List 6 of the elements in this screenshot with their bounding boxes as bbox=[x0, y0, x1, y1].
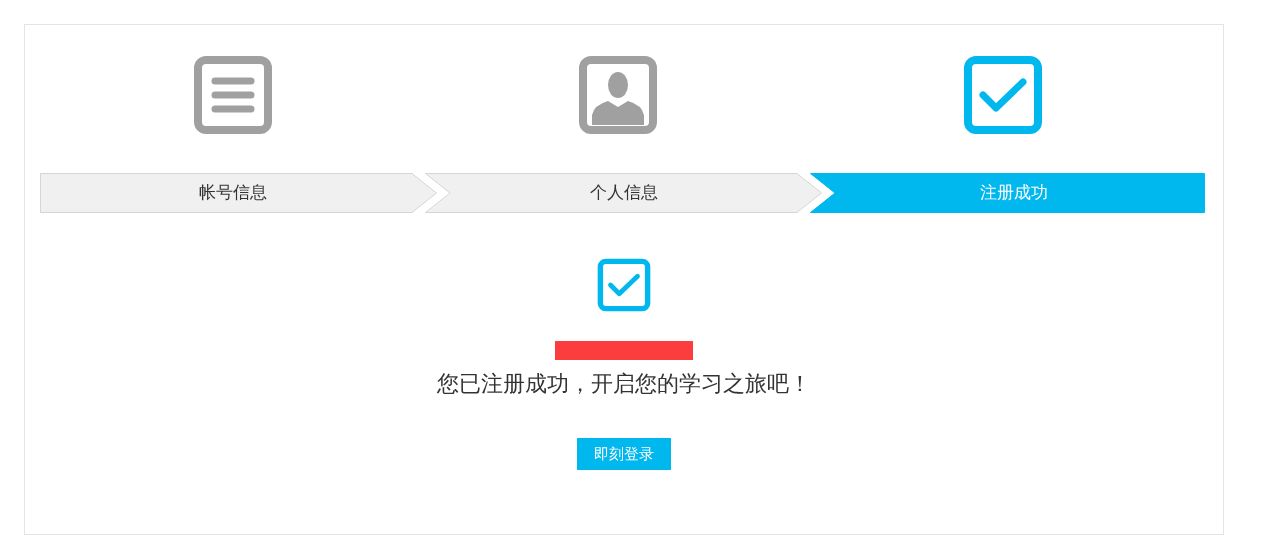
step-label: 个人信息 bbox=[588, 182, 659, 205]
checkbox-icon bbox=[597, 258, 651, 312]
step-label: 帐号信息 bbox=[198, 182, 268, 205]
success-message: 您已注册成功，开启您的学习之旅吧！ bbox=[437, 370, 811, 398]
login-button[interactable]: 即刻登录 bbox=[577, 438, 671, 470]
step-label: 注册成功 bbox=[978, 182, 1048, 205]
